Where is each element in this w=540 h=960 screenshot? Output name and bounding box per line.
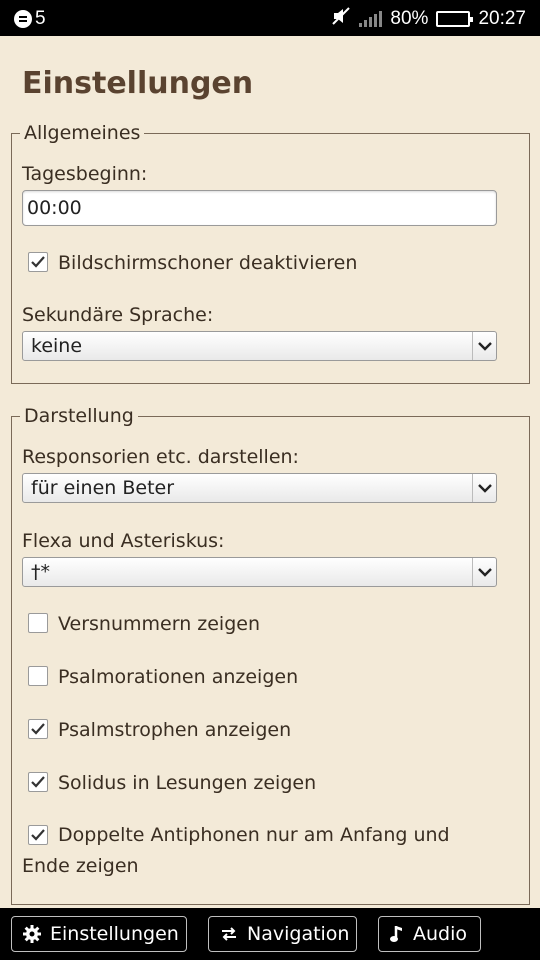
notification-count: 5 <box>35 8 46 29</box>
psalm-stanzas-checkbox[interactable] <box>28 719 48 739</box>
responsories-label: Responsorien etc. darstellen: <box>22 446 299 468</box>
audio-nav-button[interactable]: Audio <box>378 916 481 952</box>
responsories-value: für einen Beter <box>31 477 175 499</box>
check-icon <box>31 723 45 735</box>
flexa-select[interactable]: †* <box>22 557 497 587</box>
mute-icon <box>331 7 351 30</box>
day-start-label: Tagesbeginn: <box>22 163 148 185</box>
settings-nav-button[interactable]: Einstellungen <box>11 916 187 952</box>
psalm-prayers-label: Psalmorationen anzeigen <box>58 666 299 688</box>
signal-icon <box>359 10 383 27</box>
day-start-input[interactable] <box>22 190 497 226</box>
display-legend: Darstellung <box>24 405 134 427</box>
navigation-nav-button[interactable]: Navigation <box>208 916 357 952</box>
psalm-stanzas-label: Psalmstrophen anzeigen <box>58 719 292 741</box>
solidus-checkbox[interactable] <box>28 772 48 792</box>
check-icon <box>31 256 45 268</box>
chevron-down-icon <box>472 558 496 586</box>
status-left: 5 <box>14 8 46 30</box>
psalm-prayers-checkbox[interactable] <box>28 666 48 686</box>
battery-percent: 80% <box>390 7 429 29</box>
audio-nav-label: Audio <box>413 923 468 945</box>
secondary-language-label: Sekundäre Sprache: <box>22 304 214 326</box>
screensaver-label: Bildschirmschoner deaktivieren <box>58 252 358 274</box>
chevron-down-icon <box>472 332 496 360</box>
general-legend: Allgemeines <box>24 122 141 144</box>
check-icon <box>31 776 45 788</box>
flexa-value: †* <box>31 561 50 583</box>
responsories-select[interactable]: für einen Beter <box>22 473 497 503</box>
battery-icon <box>436 10 474 27</box>
verse-numbers-label: Versnummern zeigen <box>58 613 261 635</box>
screensaver-checkbox[interactable] <box>28 252 48 272</box>
double-antiphons-label: Doppelte Antiphonen nur am Anfang und En… <box>22 824 450 877</box>
settings-nav-label: Einstellungen <box>50 923 179 945</box>
bottom-nav-bar: Einstellungen Navigation Audio <box>0 908 540 960</box>
secondary-language-value: keine <box>31 335 83 357</box>
notification-icon <box>14 10 32 28</box>
swap-arrows-icon <box>222 927 236 941</box>
flexa-label: Flexa und Asteriskus: <box>22 530 225 552</box>
solidus-label: Solidus in Lesungen zeigen <box>58 772 317 794</box>
gear-icon <box>23 925 41 943</box>
page-title: Einstellungen <box>22 66 254 101</box>
secondary-language-select[interactable]: keine <box>22 331 497 361</box>
music-note-icon <box>390 926 402 942</box>
status-right: 80% 20:27 <box>331 7 526 30</box>
clock: 20:27 <box>478 7 526 29</box>
navigation-nav-label: Navigation <box>247 923 350 945</box>
status-bar: 5 80% 20:27 <box>0 0 540 36</box>
chevron-down-icon <box>472 474 496 502</box>
verse-numbers-checkbox[interactable] <box>28 613 48 633</box>
